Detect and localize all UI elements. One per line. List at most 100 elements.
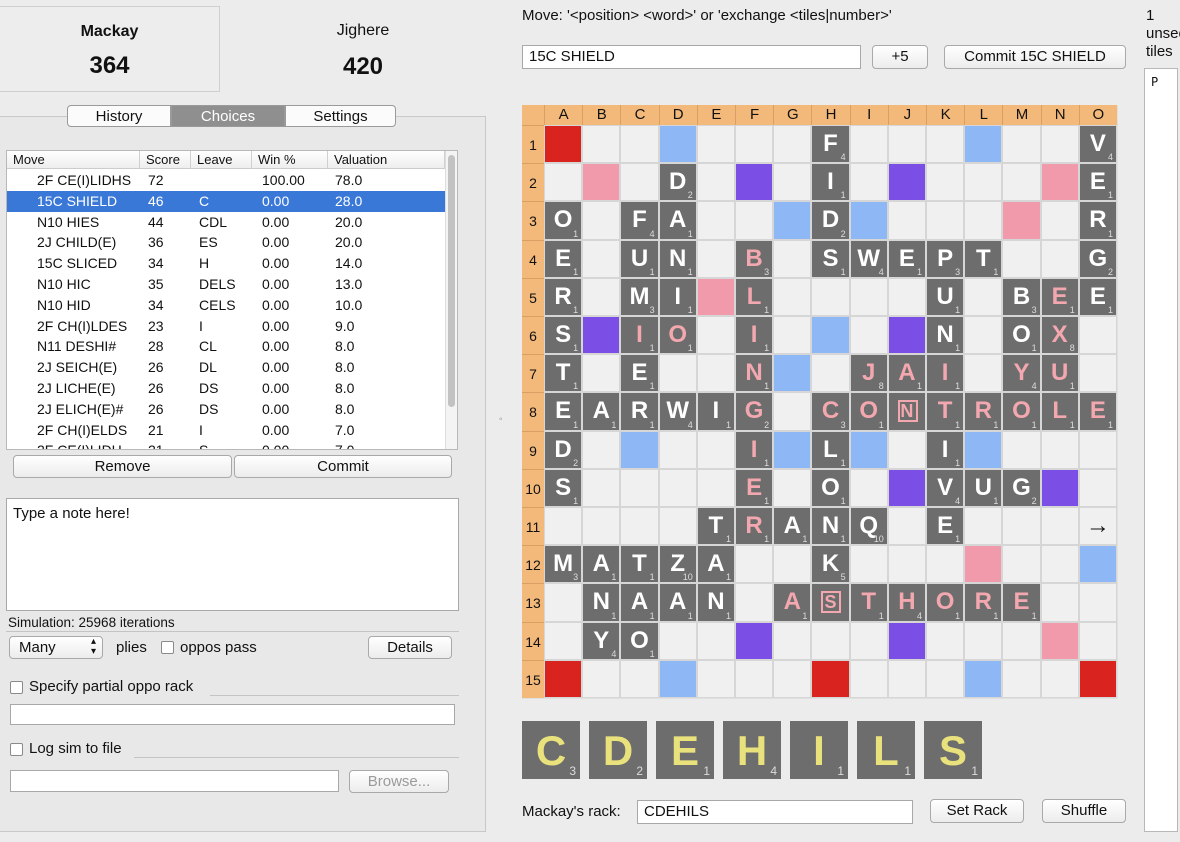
board-square-tls[interactable] (887, 621, 926, 660)
board-square[interactable] (735, 201, 774, 240)
board-square[interactable] (887, 201, 926, 240)
board-square[interactable] (1078, 430, 1117, 469)
board-square[interactable] (582, 430, 621, 469)
board-square[interactable] (696, 430, 735, 469)
board-square[interactable] (926, 125, 965, 164)
board-square[interactable] (964, 507, 1003, 546)
board-square-dws[interactable] (696, 277, 735, 316)
board-square[interactable] (658, 621, 697, 660)
board-square[interactable] (849, 163, 888, 202)
board-square[interactable] (849, 277, 888, 316)
board-square[interactable] (620, 163, 659, 202)
table-row[interactable]: 15C SLICED 34 H 0.00 14.0 (7, 253, 445, 274)
rack-tile[interactable]: C3 (522, 721, 580, 779)
board-square[interactable] (735, 125, 774, 164)
board-square[interactable] (773, 316, 812, 355)
table-row[interactable]: 2J LICHE(E) 26 DS 0.00 8.0 (7, 378, 445, 399)
board-square[interactable] (1040, 430, 1079, 469)
board-square[interactable] (1040, 239, 1079, 278)
board-square-dls[interactable] (773, 430, 812, 469)
splitter-handle[interactable]: ◦ (499, 414, 503, 425)
board-square[interactable] (964, 354, 1003, 393)
browse-button[interactable]: Browse... (349, 770, 449, 793)
board-square[interactable] (1002, 507, 1041, 546)
commit-move-button[interactable]: Commit 15C SHIELD (944, 45, 1126, 69)
game-board[interactable]: A B C D E F G H I J K L M N O 1 2 3 4 5 6 7 8 9 10 11 12 13 14 15 F 4 V 4… (522, 105, 1118, 699)
board-square-dls[interactable] (1078, 545, 1117, 584)
partial-rack-checkbox[interactable] (10, 681, 23, 694)
board-square[interactable] (544, 621, 583, 660)
board-square-tws[interactable] (1078, 659, 1117, 698)
table-row[interactable]: N10 HID 34 CELS 0.00 10.0 (7, 295, 445, 316)
board-square-tls[interactable] (887, 468, 926, 507)
board-square[interactable] (773, 392, 812, 431)
board-square-dws[interactable] (1040, 163, 1079, 202)
remove-button[interactable]: Remove (13, 455, 232, 478)
board-square[interactable] (773, 163, 812, 202)
board-square[interactable] (964, 277, 1003, 316)
rack-tile[interactable]: D2 (589, 721, 647, 779)
board-square-tls[interactable] (887, 316, 926, 355)
board-square[interactable] (773, 659, 812, 698)
column-header-win[interactable]: Win % (252, 151, 328, 169)
board-square-tls[interactable] (887, 163, 926, 202)
table-row[interactable]: 2J CHILD(E) 36 ES 0.00 20.0 (7, 232, 445, 253)
column-header-move[interactable]: Move (7, 151, 140, 169)
rack-tile[interactable]: S1 (924, 721, 982, 779)
board-square[interactable] (773, 545, 812, 584)
board-square[interactable] (926, 659, 965, 698)
board-square[interactable] (696, 316, 735, 355)
board-square[interactable] (696, 468, 735, 507)
board-square[interactable] (1002, 621, 1041, 660)
board-square[interactable] (926, 163, 965, 202)
column-header-leave[interactable]: Leave (191, 151, 252, 169)
board-square[interactable] (849, 468, 888, 507)
board-square[interactable] (735, 659, 774, 698)
board-square[interactable] (1002, 125, 1041, 164)
log-sim-checkbox[interactable] (10, 743, 23, 756)
board-square-dls[interactable] (964, 659, 1003, 698)
rack-tile[interactable]: L1 (857, 721, 915, 779)
board-square[interactable] (887, 125, 926, 164)
board-square[interactable] (1078, 583, 1117, 622)
table-row[interactable]: 2F CH(I)ELDS 21 I 0.00 7.0 (7, 420, 445, 441)
board-square[interactable] (773, 621, 812, 660)
board-square[interactable] (1040, 583, 1079, 622)
board-square[interactable] (620, 507, 659, 546)
board-square[interactable] (773, 239, 812, 278)
table-row[interactable]: N11 DESHI# 28 CL 0.00 8.0 (7, 336, 445, 357)
board-square-tls[interactable] (735, 621, 774, 660)
board-square[interactable] (1040, 201, 1079, 240)
board-square[interactable] (964, 201, 1003, 240)
board-square-dws[interactable] (1002, 201, 1041, 240)
move-input[interactable]: 15C SHIELD (522, 45, 861, 69)
board-square[interactable] (582, 125, 621, 164)
board-square-dls[interactable] (964, 430, 1003, 469)
board-square[interactable] (1078, 621, 1117, 660)
board-square-tws[interactable] (544, 125, 583, 164)
board-square-tls[interactable] (582, 316, 621, 355)
board-square-tws[interactable] (544, 659, 583, 698)
board-square[interactable] (1040, 125, 1079, 164)
board-square[interactable] (620, 125, 659, 164)
board-square-dls[interactable] (849, 430, 888, 469)
board-square[interactable] (926, 201, 965, 240)
board-square-tls[interactable] (735, 163, 774, 202)
table-row[interactable]: 2J ELICH(E)# 26 DS 0.00 8.0 (7, 399, 445, 420)
plies-select[interactable]: Many ▴ ▾ (9, 636, 103, 659)
board-square-dws[interactable] (1040, 621, 1079, 660)
board-square[interactable] (887, 507, 926, 546)
board-square[interactable] (582, 201, 621, 240)
board-square[interactable] (696, 163, 735, 202)
table-row[interactable]: 2F CE(I)LIDH 21 S 0.00 7.0 (7, 440, 445, 449)
column-header-score[interactable]: Score (140, 151, 191, 169)
shuffle-button[interactable]: Shuffle (1042, 799, 1126, 823)
board-square[interactable] (1002, 545, 1041, 584)
rack-tile[interactable]: I1 (790, 721, 848, 779)
table-row[interactable]: 15C SHIELD 46 C 0.00 28.0 (7, 190, 445, 212)
commit-button[interactable]: Commit (234, 455, 452, 478)
board-square[interactable] (1002, 239, 1041, 278)
board-square[interactable] (1002, 163, 1041, 202)
board-square[interactable] (1078, 354, 1117, 393)
board-square-dls[interactable] (658, 659, 697, 698)
